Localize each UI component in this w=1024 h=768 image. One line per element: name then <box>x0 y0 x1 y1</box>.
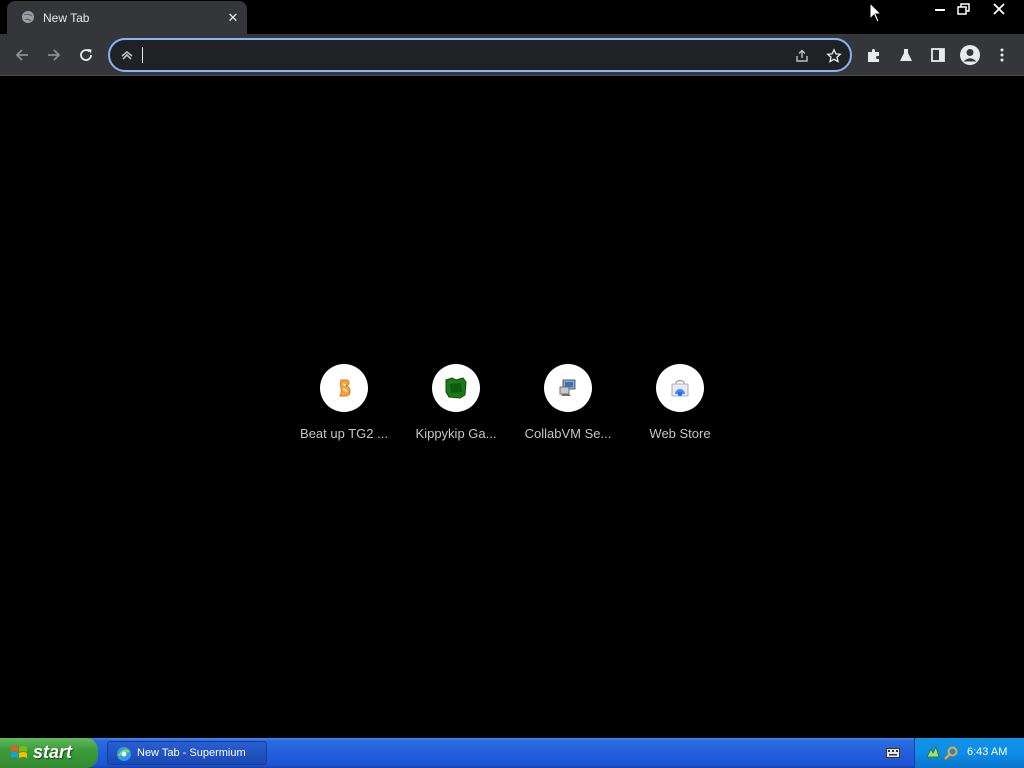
side-panel-icon <box>931 48 945 62</box>
menu-button[interactable] <box>987 40 1017 70</box>
scratch-orange-icon <box>339 379 351 397</box>
browser-toolbar <box>0 34 1024 76</box>
shortcut-icon-circle <box>656 364 704 412</box>
arrow-left-icon <box>15 49 28 61</box>
puzzle-icon <box>868 49 879 62</box>
green-square-icon <box>445 377 467 399</box>
profile-button[interactable] <box>955 40 985 70</box>
shortcut-tile-collabvm[interactable]: CollabVM Se... <box>512 360 624 450</box>
shortcut-icon-circle <box>320 364 368 412</box>
close-window-button[interactable] <box>984 0 1014 20</box>
computer-icon <box>559 379 576 396</box>
windows-logo-icon <box>11 746 27 758</box>
shortcut-label: Beat up TG2 ... <box>300 426 388 441</box>
shortcut-tile-web-store[interactable]: Web Store <box>624 360 736 450</box>
tab-new-tab[interactable]: New Tab ✕ <box>7 1 247 34</box>
new-tab-page: Beat up TG2 ... Kippykip Ga... CollabVM … <box>0 77 1024 738</box>
shortcut-label: Kippykip Ga... <box>415 426 497 441</box>
arrow-right-icon <box>48 49 61 61</box>
kebab-menu-icon <box>1000 48 1004 62</box>
shortcut-tile-kippykip[interactable]: Kippykip Ga... <box>400 360 512 450</box>
minimize-icon <box>935 9 945 11</box>
star-icon <box>826 48 842 63</box>
flask-icon <box>900 49 912 61</box>
extensions-button[interactable] <box>859 40 889 70</box>
text-caret <box>142 47 143 63</box>
share-icon <box>796 49 808 62</box>
start-button[interactable]: start <box>0 738 98 768</box>
supermium-icon <box>117 747 131 761</box>
bookmark-button[interactable] <box>822 44 846 68</box>
restore-icon <box>957 3 970 15</box>
close-tab-icon[interactable]: ✕ <box>225 10 241 26</box>
shortcut-label: CollabVM Se... <box>524 426 612 441</box>
windows-taskbar: start New Tab - Supermium 6:43 AM <box>0 738 1024 768</box>
reload-icon <box>80 49 92 61</box>
shortcut-icon-circle <box>544 364 592 412</box>
reload-button[interactable] <box>71 40 101 70</box>
close-icon <box>993 3 1005 15</box>
side-panel-button[interactable] <box>923 40 953 70</box>
globe-icon <box>22 11 34 23</box>
forward-button[interactable] <box>39 40 69 70</box>
tab-title: New Tab <box>43 11 90 25</box>
address-bar[interactable] <box>108 38 852 72</box>
address-input[interactable] <box>140 44 780 66</box>
network-icon[interactable] <box>925 745 941 761</box>
taskbar-item-browser[interactable]: New Tab - Supermium <box>107 741 267 765</box>
shortcut-label: Web Store <box>649 426 711 441</box>
clock: 6:43 AM <box>967 746 1008 758</box>
system-tray: 6:43 AM <box>914 738 1024 768</box>
site-info-icon[interactable] <box>120 48 134 62</box>
web-store-icon <box>671 379 689 397</box>
keyboard-icon[interactable] <box>886 748 900 758</box>
minimize-window-button[interactable] <box>928 0 952 20</box>
taskbar-item-label: New Tab - Supermium <box>137 747 246 759</box>
back-button[interactable] <box>7 40 37 70</box>
search-icon[interactable] <box>943 745 959 761</box>
share-button[interactable] <box>790 44 814 68</box>
restore-window-button[interactable] <box>952 0 976 20</box>
mouse-pointer-icon <box>869 2 883 23</box>
labs-button[interactable] <box>891 40 921 70</box>
avatar-icon <box>960 45 980 65</box>
shortcut-icon-circle <box>432 364 480 412</box>
shortcut-tile-beat-up-tg2[interactable]: Beat up TG2 ... <box>288 360 400 450</box>
start-label: start <box>33 742 73 762</box>
